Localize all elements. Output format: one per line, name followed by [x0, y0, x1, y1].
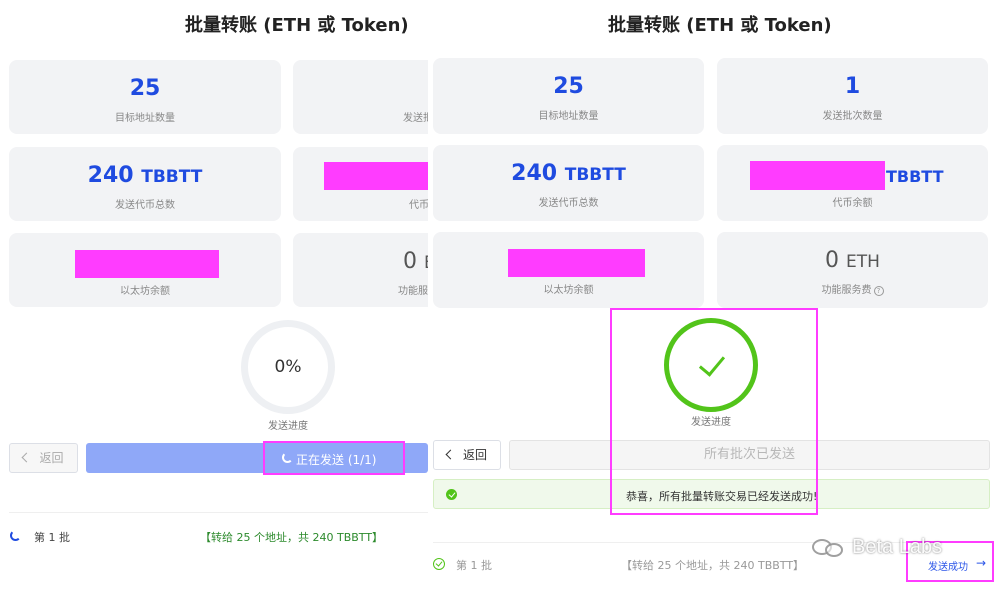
eth-balance-card-right: 以太坊余额 [433, 232, 704, 308]
token-balance-unit-right: TBBTT [886, 167, 944, 186]
progress-value: 0% [274, 357, 302, 377]
token-balance-label: 代币 [409, 200, 428, 211]
fee-number: 0 [403, 249, 417, 274]
fee-unit-right: ETH [846, 252, 880, 272]
success-icon [446, 489, 457, 500]
fee-value-right: 0 ETH [717, 248, 988, 273]
back-button[interactable]: 返回 [9, 443, 78, 473]
total-amount-value-right: 240 TBBTT [433, 161, 704, 186]
batch-count-label-right: 发送批次数量 [822, 111, 883, 122]
total-amount-label-right: 发送代币总数 [538, 198, 599, 209]
back-button-right[interactable]: 返回 [433, 440, 501, 470]
fee-label: 功能服 [398, 286, 428, 297]
eth-balance-card: 以太坊余额 [9, 233, 281, 307]
right-panel: 批量转账 (ETH 或 Token) 25 目标地址数量 1 发送批次数量 24… [428, 0, 1000, 596]
eth-balance-label: 以太坊余额 [120, 286, 170, 297]
total-amount-number-right: 240 [511, 161, 558, 186]
target-count-value-right: 25 [553, 74, 584, 99]
target-count-card: 25 目标地址数量 [9, 60, 281, 134]
page-title: 批量转账 (ETH 或 Token) [185, 15, 409, 36]
token-balance-card-right: TBBTT 代币余额 [717, 145, 988, 221]
watermark-text: Beta Labs [852, 536, 943, 558]
wechat-logo-icon [812, 537, 846, 559]
chevron-left-icon [22, 452, 32, 463]
batch-info: 【转给 25 个地址，共 240 TBBTT】 [200, 531, 384, 544]
fee-label-text-right: 功能服务费 [821, 285, 872, 296]
batch-count-card: 发送批 [293, 60, 428, 134]
fee-number-right: 0 [825, 248, 840, 273]
highlight-sending [263, 441, 405, 475]
batch-count-label: 发送批 [403, 113, 428, 124]
fee-label-right: 功能服务费? [717, 281, 988, 296]
target-count-label: 目标地址数量 [115, 113, 175, 124]
redacted-eth-balance-right [508, 249, 645, 277]
redacted-eth-balance [75, 250, 219, 278]
back-button-label: 返回 [39, 451, 64, 465]
watermark: Beta Labs [812, 536, 942, 559]
back-button-label-right: 返回 [462, 448, 487, 462]
total-amount-label: 发送代币总数 [115, 200, 175, 211]
batch-info-right: 【转给 25 个地址，共 240 TBBTT】 [621, 559, 805, 572]
batch-count-value-right: 1 [844, 74, 861, 99]
fee-card: 0 E 功能服 [293, 233, 428, 307]
batch-success-icon [433, 558, 445, 570]
redacted-token-balance-right [750, 161, 885, 190]
eth-balance-label-right: 以太坊余额 [543, 285, 594, 296]
progress-label: 发送进度 [268, 421, 308, 432]
highlight-success [610, 308, 818, 515]
redacted-token-balance [324, 162, 428, 190]
total-amount-card-right: 240 TBBTT 发送代币总数 [433, 145, 704, 221]
page-title-right: 批量转账 (ETH 或 Token) [608, 15, 832, 36]
batch-loading-icon [10, 530, 21, 541]
total-amount-number: 240 [87, 163, 134, 188]
target-count-card-right: 25 目标地址数量 [433, 58, 704, 134]
divider [9, 512, 428, 513]
help-icon[interactable]: ? [873, 286, 884, 296]
fee-value: 0 E [403, 249, 428, 274]
total-amount-unit-right: TBBTT [564, 165, 626, 185]
token-balance-card: 代币 [293, 147, 428, 221]
chevron-left-icon-right [445, 449, 456, 460]
fee-card-right: 0 ETH 功能服务费? [717, 232, 988, 308]
batch-count-card-right: 1 发送批次数量 [717, 58, 988, 134]
batch-name-right: 第 1 批 [456, 559, 492, 572]
total-amount-value: 240 TBBTT [9, 163, 281, 188]
target-count-label-right: 目标地址数量 [538, 111, 599, 122]
total-amount-card: 240 TBBTT 发送代币总数 [9, 147, 281, 221]
left-panel: 批量转账 (ETH 或 Token) 25 目标地址数量 发送批 240 TBB… [0, 0, 428, 596]
target-count-value: 25 [129, 76, 161, 101]
token-balance-label-right: 代币余额 [832, 198, 873, 209]
total-amount-unit: TBBTT [141, 167, 203, 187]
batch-name: 第 1 批 [34, 531, 70, 544]
